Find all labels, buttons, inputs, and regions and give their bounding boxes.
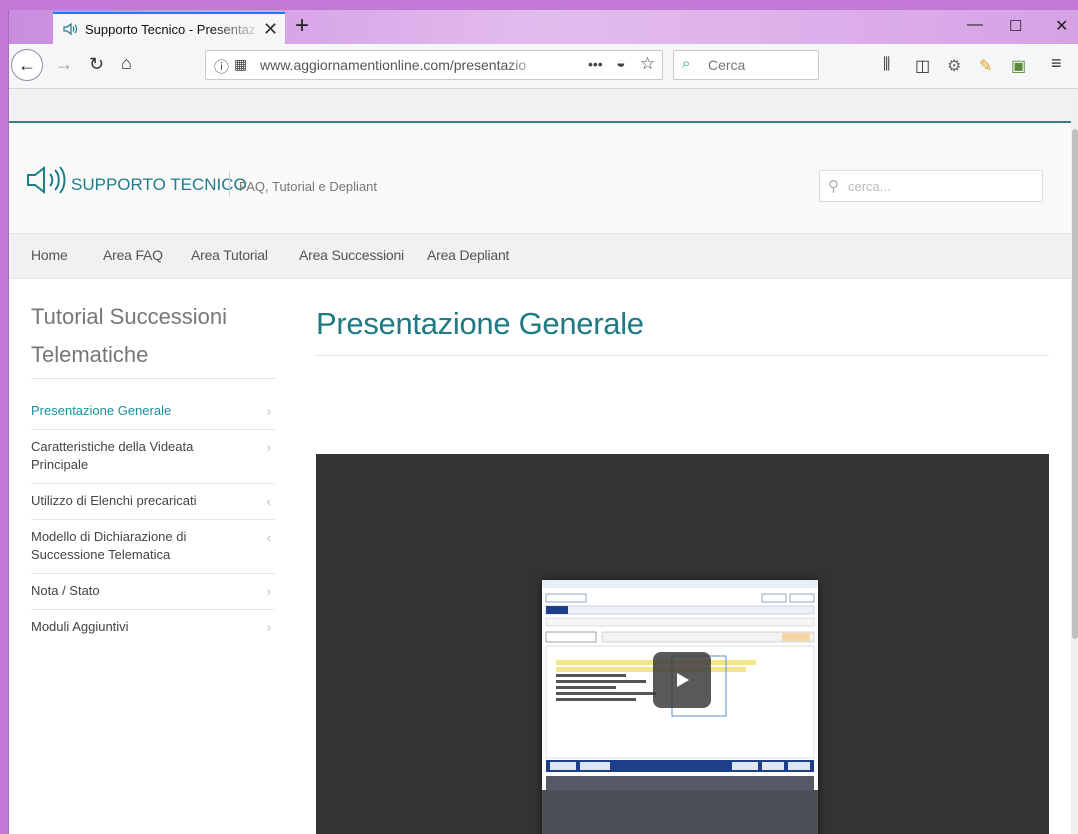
minimize-icon[interactable]: — — [967, 16, 983, 34]
site-search-input[interactable]: ⚲ cerca... — [819, 170, 1043, 202]
menu-item-area-depliant[interactable]: Area Depliant — [427, 247, 509, 263]
back-icon[interactable]: ← — [11, 49, 43, 81]
chevron-right-icon: › — [266, 584, 271, 599]
chevron-left-icon: ‹ — [266, 494, 271, 509]
extension-icon[interactable]: ▣ — [1011, 56, 1026, 76]
title-divider — [316, 355, 1049, 356]
sidebar-item-presentazione-generale[interactable]: Presentazione Generale › — [31, 394, 275, 430]
pocket-icon[interactable]: ◒ — [616, 55, 626, 73]
info-icon[interactable]: ⓘ — [214, 56, 229, 77]
chevron-right-icon: › — [266, 440, 271, 455]
close-tab-icon[interactable]: ✕ — [263, 19, 278, 40]
forward-icon[interactable]: → — [55, 54, 73, 75]
browser-search-placeholder: Cerca — [708, 57, 746, 73]
sidebar-item-label: Utilizzo di Elenchi precaricati — [31, 493, 197, 508]
browser-tab[interactable]: Supporto Tecnico - Presentazio ✕ — [53, 12, 285, 44]
sidebar-icon[interactable]: ◫ — [915, 56, 930, 76]
chevron-left-icon: ‹ — [266, 530, 271, 545]
video-player[interactable] — [316, 454, 1049, 834]
browser-window: Supporto Tecnico - Presentazio ✕ + — ☐ ✕… — [8, 10, 1078, 834]
binoculars-icon: ⚲ — [828, 178, 839, 195]
sidebar-item-moduli-aggiuntivi[interactable]: Moduli Aggiuntivi › — [31, 610, 275, 645]
library-icon[interactable]: ⫼ — [883, 56, 890, 74]
logo-divider — [229, 171, 230, 197]
menu-icon[interactable]: ≡ — [1051, 53, 1062, 74]
sidebar-item-label: Moduli Aggiuntivi — [31, 619, 129, 634]
sidebar-item-caratteristiche[interactable]: Caratteristiche della Videata Principale… — [31, 430, 275, 484]
sidebar-item-label: Nota / Stato — [31, 583, 100, 598]
menu-item-area-successioni[interactable]: Area Successioni — [299, 247, 404, 263]
maximize-icon[interactable]: ☐ — [1009, 17, 1022, 35]
menu-item-area-tutorial[interactable]: Area Tutorial — [191, 247, 268, 263]
menu-item-home[interactable]: Home — [31, 247, 68, 263]
sidebar-item-utilizzo-elenchi[interactable]: Utilizzo di Elenchi precaricati ‹ — [31, 484, 275, 520]
home-icon[interactable]: ⌂ — [121, 53, 132, 74]
scrollbar-thumb[interactable] — [1072, 129, 1078, 639]
sidebar-item-label: Modello di Dichiarazione di Successione … — [31, 529, 187, 562]
top-band — [9, 89, 1071, 123]
site-header: SUPPORTO TECNICO FAQ, Tutorial e Deplian… — [9, 123, 1071, 233]
sidebar-item-label: Presentazione Generale — [31, 403, 172, 418]
reload-icon[interactable]: ↻ — [89, 54, 104, 75]
search-engine-icon[interactable]: ⌕ — [682, 55, 690, 72]
play-icon — [677, 673, 689, 687]
site-search-placeholder: cerca... — [848, 179, 891, 194]
close-window-icon[interactable]: ✕ — [1055, 16, 1068, 36]
sidebar-divider — [31, 378, 275, 379]
navigation-toolbar: ← → ↻ ⌂ ⓘ ▦ www.aggiornamentionline.com/… — [9, 44, 1078, 89]
sidebar-menu: Presentazione Generale › Caratteristiche… — [31, 394, 275, 645]
menu-item-area-faq[interactable]: Area FAQ — [103, 247, 163, 263]
extension-gear-icon[interactable]: ⚙ — [947, 56, 961, 76]
sidebar-item-label: Caratteristiche della Videata Principale — [31, 439, 194, 472]
main-menu: Home Area FAQ Area Tutorial Area Success… — [9, 233, 1071, 279]
url-fade — [506, 53, 546, 77]
tab-strip: Supporto Tecnico - Presentazio ✕ + — ☐ ✕ — [9, 10, 1078, 44]
page-scrollbar[interactable] — [1071, 89, 1078, 834]
url-bar[interactable]: ⓘ ▦ www.aggiornamentionline.com/presenta… — [205, 50, 663, 80]
browser-search-bar[interactable]: ⌕ Cerca — [673, 50, 819, 80]
sidebar-item-modello-dichiarazione[interactable]: Modello di Dichiarazione di Successione … — [31, 520, 275, 574]
sidebar-title: Tutorial Successioni Telematiche — [31, 304, 228, 367]
chevron-right-icon: › — [266, 620, 271, 635]
page-actions-icon[interactable]: ••• — [588, 56, 603, 72]
play-button[interactable] — [653, 652, 711, 708]
tracking-icon[interactable]: ▦ — [234, 56, 247, 73]
speaker-logo-icon — [27, 165, 66, 195]
sidebar-item-nota-stato[interactable]: Nota / Stato › — [31, 574, 275, 610]
new-tab-icon[interactable]: + — [295, 12, 309, 40]
logo-tagline: FAQ, Tutorial e Depliant — [239, 179, 378, 194]
url-text[interactable]: www.aggiornamentionline.com/presentazio — [260, 57, 540, 73]
bookmark-star-icon[interactable]: ☆ — [640, 54, 655, 74]
logo-text[interactable]: SUPPORTO TECNICO — [71, 175, 247, 195]
chevron-right-icon: › — [266, 404, 271, 419]
page-title: Presentazione Generale — [316, 306, 644, 341]
speaker-icon — [63, 22, 78, 36]
brush-extension-icon[interactable]: ✎ — [979, 56, 992, 76]
tab-title-fade — [213, 14, 263, 44]
